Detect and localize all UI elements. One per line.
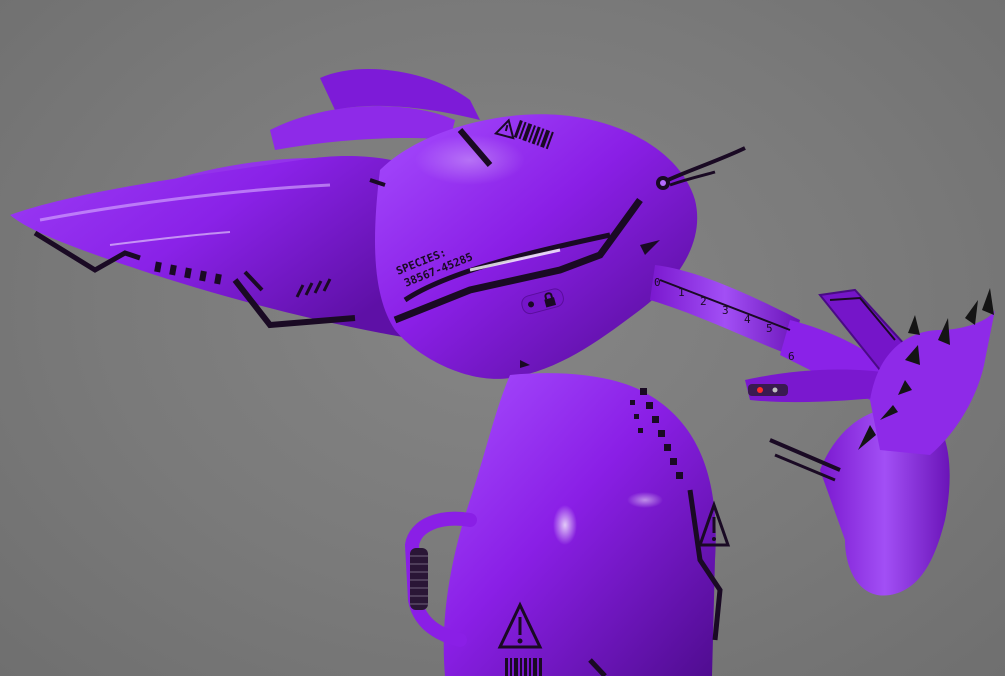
ruler-mark: 4 (744, 313, 751, 326)
ruler-mark: 2 (700, 295, 707, 308)
torso (443, 373, 731, 676)
main-ear (10, 155, 430, 340)
ruler-mark: 3 (722, 304, 729, 317)
ruler-mark: 0 (654, 276, 661, 289)
ruler-mark: 6 (788, 350, 795, 363)
character-illustration: SPECIES: 38567-45285 0 1 2 3 4 5 6 (10, 69, 995, 676)
render-scene: SPECIES: 38567-45285 0 1 2 3 4 5 6 (0, 0, 1005, 676)
ruler-mark: 5 (766, 322, 773, 335)
ruler-mark: 1 (678, 286, 685, 299)
